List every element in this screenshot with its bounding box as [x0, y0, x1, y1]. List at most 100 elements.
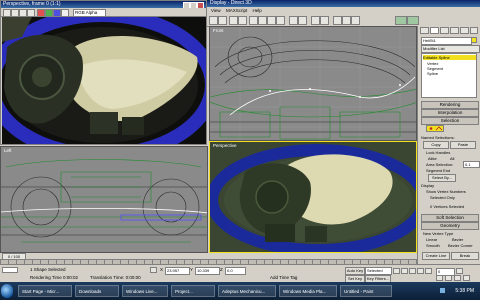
- paste-button[interactable]: Paste: [450, 141, 476, 149]
- mirror-icon[interactable]: [311, 16, 320, 25]
- clone-window-icon[interactable]: [11, 9, 19, 17]
- rollout-selection[interactable]: Selection: [421, 117, 479, 125]
- area-selection-spinner[interactable]: 0.1: [463, 161, 480, 168]
- save-bitmap-icon[interactable]: [3, 9, 11, 17]
- maxscript-listener-mini[interactable]: [2, 267, 18, 273]
- angle-snap-icon[interactable]: [298, 16, 307, 25]
- modify-tab-icon[interactable]: [430, 27, 439, 34]
- scale-icon[interactable]: [276, 16, 285, 25]
- maximize-viewport-icon[interactable]: [463, 275, 470, 281]
- utilities-tab-icon[interactable]: [470, 27, 478, 34]
- undo-icon[interactable]: [209, 16, 218, 25]
- green-channel-icon[interactable]: [45, 9, 53, 17]
- link-icon[interactable]: [229, 16, 238, 25]
- modifier-list-dropdown[interactable]: Modifier List: [421, 45, 480, 53]
- red-channel-icon[interactable]: [37, 9, 45, 17]
- main-title-bar[interactable]: Display - Direct 3D: [207, 0, 480, 7]
- move-icon[interactable]: [258, 16, 267, 25]
- start-button[interactable]: [1, 284, 13, 298]
- go-to-start-icon[interactable]: [393, 268, 400, 274]
- viewport-label-left[interactable]: Left: [4, 148, 12, 153]
- selected-only-checkbox[interactable]: Selected Only: [430, 195, 455, 200]
- copy-button[interactable]: Copy: [423, 141, 449, 149]
- menu-help[interactable]: Help: [252, 8, 261, 13]
- create-line-button[interactable]: Create Line: [422, 252, 450, 260]
- taskbar-item[interactable]: Untitled - Paint: [340, 285, 392, 297]
- rollout-interpolation[interactable]: Interpolation: [421, 109, 479, 117]
- time-config-icon[interactable]: [456, 268, 463, 274]
- auto-key-button[interactable]: Auto Key: [345, 267, 365, 275]
- viewport-left[interactable]: Left: [0, 146, 208, 253]
- alike-radio[interactable]: Alike: [428, 156, 437, 161]
- stack-item-spline[interactable]: Spline: [427, 71, 438, 76]
- go-to-end-icon[interactable]: [425, 268, 432, 274]
- taskbar-item[interactable]: Start Page - Micr...: [18, 285, 72, 297]
- object-name-field[interactable]: HeliSt1: [421, 37, 472, 45]
- rollout-geometry[interactable]: Geometry: [421, 222, 479, 230]
- taskbar-item[interactable]: Adeptus Mechanicu...: [218, 285, 276, 297]
- alpha-channel-icon[interactable]: [61, 9, 69, 17]
- taskbar-item[interactable]: Windows Media Pla...: [279, 285, 337, 297]
- menu-maxscript[interactable]: MAXScript: [226, 8, 247, 13]
- vertex-level-button[interactable]: [426, 125, 444, 132]
- unlink-icon[interactable]: [238, 16, 247, 25]
- rollout-rendering[interactable]: Rendering: [421, 101, 479, 109]
- zoom-icon[interactable]: [436, 275, 443, 281]
- next-frame-icon[interactable]: [417, 268, 424, 274]
- material-editor-icon[interactable]: [333, 16, 342, 25]
- display-tab-icon[interactable]: [460, 27, 469, 34]
- select-by-button[interactable]: Select By...: [428, 174, 456, 182]
- menu-view[interactable]: View: [211, 8, 221, 13]
- render-setup-icon[interactable]: [342, 16, 351, 25]
- align-icon[interactable]: [320, 16, 329, 25]
- taskbar-item[interactable]: Project...: [171, 285, 215, 297]
- snap-icon[interactable]: [289, 16, 298, 25]
- create-tab-icon[interactable]: [420, 27, 429, 34]
- linear-radio[interactable]: Linear: [426, 237, 437, 242]
- z-coordinate-field[interactable]: 0.0: [225, 267, 246, 275]
- rollout-soft-selection[interactable]: Soft Selection: [421, 214, 479, 222]
- render-frame-window: Perspective, frame 0 (1:1) RGB Alpha: [0, 0, 207, 145]
- object-color-swatch[interactable]: [471, 37, 477, 43]
- bezier-corner-radio[interactable]: Bezier Corner: [448, 243, 473, 248]
- pan-icon[interactable]: [445, 275, 452, 281]
- select-icon[interactable]: [249, 16, 258, 25]
- viewport-label-perspective[interactable]: Perspective: [213, 143, 237, 148]
- render-last-icon[interactable]: [407, 16, 419, 25]
- previous-frame-icon[interactable]: [401, 268, 408, 274]
- smooth-radio[interactable]: Smooth: [426, 243, 440, 248]
- add-time-tag-button[interactable]: Add Time Tag: [270, 275, 297, 280]
- motion-tab-icon[interactable]: [450, 27, 459, 34]
- print-icon[interactable]: [19, 9, 27, 17]
- key-selection-dropdown[interactable]: Selected: [365, 267, 392, 275]
- lock-handles-checkbox[interactable]: Lock Handles: [426, 150, 450, 155]
- orbit-icon[interactable]: [454, 275, 461, 281]
- hierarchy-tab-icon[interactable]: [440, 27, 449, 34]
- translation-time-status: Translation Time: 0:00:00: [90, 275, 141, 280]
- viewport-perspective[interactable]: Perspective: [209, 141, 417, 253]
- lock-selection-icon[interactable]: [150, 267, 157, 273]
- rotate-icon[interactable]: [267, 16, 276, 25]
- viewport-front[interactable]: Front: [209, 26, 417, 141]
- show-vertex-numbers-checkbox[interactable]: Show Vertex Numbers: [426, 189, 466, 194]
- clear-icon[interactable]: [27, 9, 35, 17]
- segment-end-checkbox[interactable]: Segment End: [426, 168, 450, 173]
- blue-channel-icon[interactable]: [53, 9, 61, 17]
- channel-dropdown[interactable]: RGB Alpha: [73, 9, 106, 17]
- all-radio[interactable]: All: [450, 156, 454, 161]
- tray-network-icon[interactable]: [440, 288, 445, 293]
- area-selection-checkbox[interactable]: Area Selection:: [426, 162, 453, 167]
- viewport-label-front[interactable]: Front: [213, 28, 224, 33]
- break-button[interactable]: Break: [451, 252, 479, 260]
- render-icon[interactable]: [395, 16, 407, 25]
- quick-render-icon[interactable]: [351, 16, 360, 25]
- bezier-radio[interactable]: Bezier: [452, 237, 463, 242]
- redo-icon[interactable]: [218, 16, 227, 25]
- taskbar-item[interactable]: Windows Live...: [122, 285, 168, 297]
- taskbar-item[interactable]: Downloads: [75, 285, 119, 297]
- play-icon[interactable]: [409, 268, 416, 274]
- y-coordinate-field[interactable]: 10.339: [195, 267, 220, 275]
- stack-item-editable-spline[interactable]: Editable Spline: [423, 55, 476, 60]
- x-coordinate-field[interactable]: 23.957: [165, 267, 190, 275]
- render-window-title-bar[interactable]: Perspective, frame 0 (1:1): [1, 1, 206, 8]
